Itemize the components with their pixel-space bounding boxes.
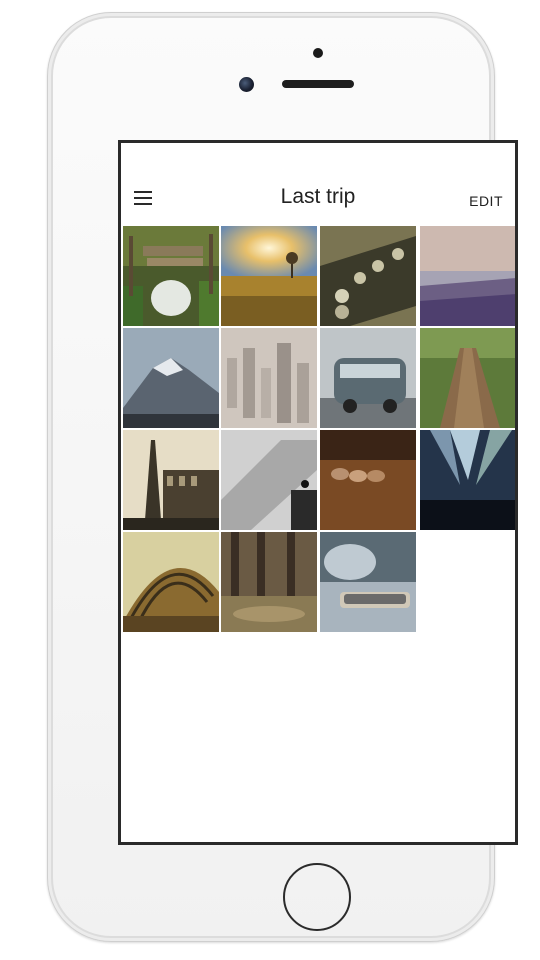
page-title: Last trip — [280, 185, 356, 208]
edit-button[interactable]: EDIT — [469, 193, 503, 209]
wooden-pier-photo[interactable] — [123, 226, 219, 326]
shells-on-wood-photo[interactable] — [320, 430, 416, 530]
eiffel-tower-photo[interactable] — [123, 430, 219, 530]
phone-frame: Last trip EDIT — [47, 12, 518, 942]
front-camera — [239, 77, 254, 92]
front-sensor — [313, 48, 323, 58]
vw-van-photo[interactable] — [320, 328, 416, 428]
city-aerial-photo[interactable] — [221, 328, 317, 428]
park-trees-photo[interactable] — [221, 532, 317, 632]
concert-lights-photo[interactable] — [420, 430, 515, 530]
snowy-mountain-photo[interactable] — [123, 328, 219, 428]
smartphone-photo[interactable] — [320, 532, 416, 632]
app-screen: Last trip EDIT — [118, 140, 518, 845]
home-button[interactable] — [283, 863, 351, 931]
guitar-headstock-photo[interactable] — [320, 226, 416, 326]
stone-steps-photo[interactable] — [221, 430, 317, 530]
forest-path-photo[interactable] — [420, 328, 515, 428]
glass-dome-photo[interactable] — [123, 532, 219, 632]
beach-shore-photo[interactable] — [420, 226, 515, 326]
sunrise-field-photo[interactable] — [221, 226, 317, 326]
earpiece-speaker — [282, 80, 354, 88]
